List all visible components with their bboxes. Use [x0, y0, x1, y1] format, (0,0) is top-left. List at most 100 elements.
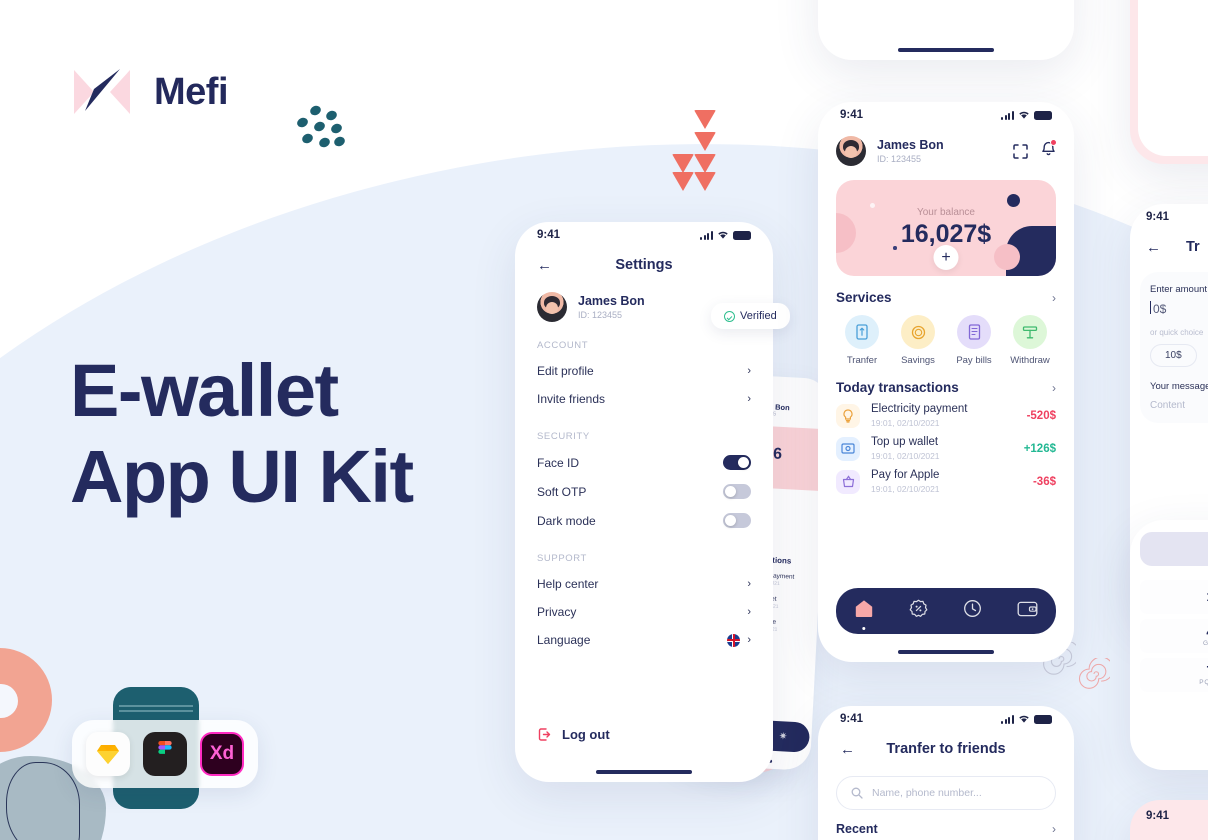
decor-circle	[994, 244, 1020, 270]
phone-partial-right-bottom: 9:41	[1130, 800, 1208, 840]
signal-bars-icon	[700, 230, 713, 240]
phone-home-screen: 9:41 James Bon ID: 123455 Your balance 1…	[818, 102, 1074, 662]
wifi-icon	[1019, 715, 1029, 723]
decor-dot	[893, 246, 897, 250]
software-badge-strip: Xd	[72, 720, 258, 788]
transaction-row[interactable]: Electricity payment 19:01, 02/10/2021 -5…	[818, 395, 1074, 428]
chevron-right-icon[interactable]: ›	[1052, 291, 1056, 305]
sidebar-item-help-center[interactable]: Help center ›	[515, 570, 773, 598]
transactions-title: Today transactions	[836, 380, 959, 395]
services-title: Services	[836, 290, 892, 305]
arrow-left-icon[interactable]: ←	[1146, 240, 1161, 255]
settings-row-face-id[interactable]: Face ID	[515, 448, 773, 477]
service-savings[interactable]: Savings	[892, 315, 944, 366]
row-label: Language	[537, 633, 591, 647]
poster-canvas: Mefi E-wallet App UI Kit Xd Bon 16 payme…	[0, 0, 1208, 840]
nav-history-icon[interactable]	[963, 599, 982, 623]
settings-row-soft-otp[interactable]: Soft OTP	[515, 477, 773, 506]
service-transfer[interactable]: Tranfer	[836, 315, 888, 366]
service-withdraw[interactable]: Withdraw	[1004, 315, 1056, 366]
soft-otp-toggle[interactable]	[723, 484, 751, 499]
signal-bars-icon	[1001, 714, 1014, 724]
message-input[interactable]: Content	[1150, 400, 1208, 411]
header-actions	[1013, 138, 1057, 162]
settings-row-dark-mode[interactable]: Dark mode	[515, 506, 773, 535]
decor-spiral-pink	[1078, 658, 1110, 689]
bell-icon[interactable]	[1041, 138, 1057, 162]
keypad-key-4[interactable]: 4 GHI	[1140, 619, 1208, 653]
transaction-title: Top up wallet	[871, 436, 939, 448]
service-label: Withdraw	[1010, 355, 1050, 366]
profile-id: ID: 123455	[877, 154, 922, 164]
chevron-right-icon[interactable]: ›	[1052, 381, 1056, 395]
battery-icon	[733, 230, 751, 240]
scan-icon[interactable]	[1013, 143, 1028, 159]
uk-flag-icon	[727, 633, 741, 647]
settings-nav: ← Settings	[515, 248, 773, 282]
row-label: Dark mode	[537, 513, 596, 528]
status-time: 9:41	[840, 109, 864, 121]
transaction-row[interactable]: Pay for Apple 19:01, 02/10/2021 -36$	[818, 461, 1074, 494]
sidebar-item-language[interactable]: Language ›	[515, 626, 773, 654]
phone-partial-right-top	[1130, 0, 1208, 164]
notification-badge	[1050, 138, 1057, 146]
profile-name: James Bon	[877, 138, 944, 152]
logout-icon	[537, 727, 552, 742]
chevron-right-icon[interactable]: ›	[1052, 822, 1056, 836]
balance-card: Your balance 16,027$ +	[836, 180, 1056, 276]
services-row: Tranfer Savings Pay bills Withdraw	[818, 305, 1074, 366]
page-title: Settings	[615, 257, 673, 273]
section-label-security: SECURITY	[537, 431, 590, 442]
phone-partial-top	[818, 0, 1074, 60]
bottom-nav	[836, 588, 1056, 634]
nav-wallet-icon[interactable]	[1017, 600, 1038, 623]
sketch-icon[interactable]	[86, 732, 130, 776]
services-section-header: Services ›	[818, 290, 1074, 305]
transaction-amount: -520$	[1026, 409, 1056, 422]
status-badge-verified: Verified	[711, 303, 790, 329]
chevron-right-icon: ›	[747, 393, 751, 405]
nav-home-icon[interactable]	[854, 599, 874, 630]
status-time: 9:41	[537, 229, 561, 241]
brand-logo: Mefi	[72, 66, 229, 118]
chevron-right-icon: ›	[747, 606, 751, 618]
transaction-row[interactable]: Top up wallet 19:01, 02/10/2021 +126$	[818, 428, 1074, 461]
face-id-toggle[interactable]	[723, 455, 751, 470]
decor-dot	[1007, 194, 1020, 207]
figma-icon[interactable]	[143, 732, 187, 776]
phone-keypad-screen: 1 4 GHI 7 PQRS ·	[1130, 520, 1208, 770]
section-label-account: ACCOUNT	[537, 340, 589, 351]
search-placeholder: Name, phone number...	[872, 787, 982, 799]
quick-choice-10[interactable]: 10$	[1150, 344, 1197, 367]
search-icon	[851, 787, 863, 799]
adobe-xd-icon[interactable]: Xd	[200, 732, 244, 776]
nav-offers-icon[interactable]	[909, 599, 928, 623]
sidebar-item-privacy[interactable]: Privacy ›	[515, 598, 773, 626]
transaction-title: Electricity payment	[871, 403, 968, 415]
headline-line-2: App UI Kit	[70, 435, 414, 518]
adobe-xd-label: Xd	[209, 743, 235, 764]
amount-input[interactable]: 0$	[1150, 301, 1208, 316]
keypad-key-7[interactable]: 7 PQRS	[1140, 658, 1208, 692]
chevron-right-icon: ›	[747, 634, 751, 646]
keypad-key-dot[interactable]: ·	[1130, 700, 1208, 717]
dark-mode-toggle[interactable]	[723, 513, 751, 528]
logout-button[interactable]: Log out	[515, 727, 632, 742]
sidebar-item-invite-friends[interactable]: Invite friends ›	[515, 385, 773, 413]
brand-name: Mefi	[154, 70, 229, 113]
page-title: E-wallet App UI Kit	[70, 348, 414, 520]
user-avatar	[836, 136, 866, 166]
service-label: Tranfer	[846, 355, 878, 366]
wifi-icon	[1019, 111, 1029, 119]
message-label: Your message	[1150, 381, 1208, 392]
service-pay-bills[interactable]: Pay bills	[948, 315, 1000, 366]
search-input[interactable]: Name, phone number...	[836, 776, 1056, 810]
friends-nav: ← Tranfer to friends	[818, 732, 1074, 766]
chevron-right-icon: ›	[747, 578, 751, 590]
profile-row[interactable]: James Bon ID: 123455	[836, 136, 944, 166]
sidebar-item-edit-profile[interactable]: Edit profile ›	[515, 357, 773, 385]
add-money-button[interactable]: +	[933, 245, 959, 270]
status-time: 9:41	[840, 713, 864, 725]
status-icons	[700, 230, 751, 240]
keypad-key-1[interactable]: 1	[1140, 580, 1208, 614]
